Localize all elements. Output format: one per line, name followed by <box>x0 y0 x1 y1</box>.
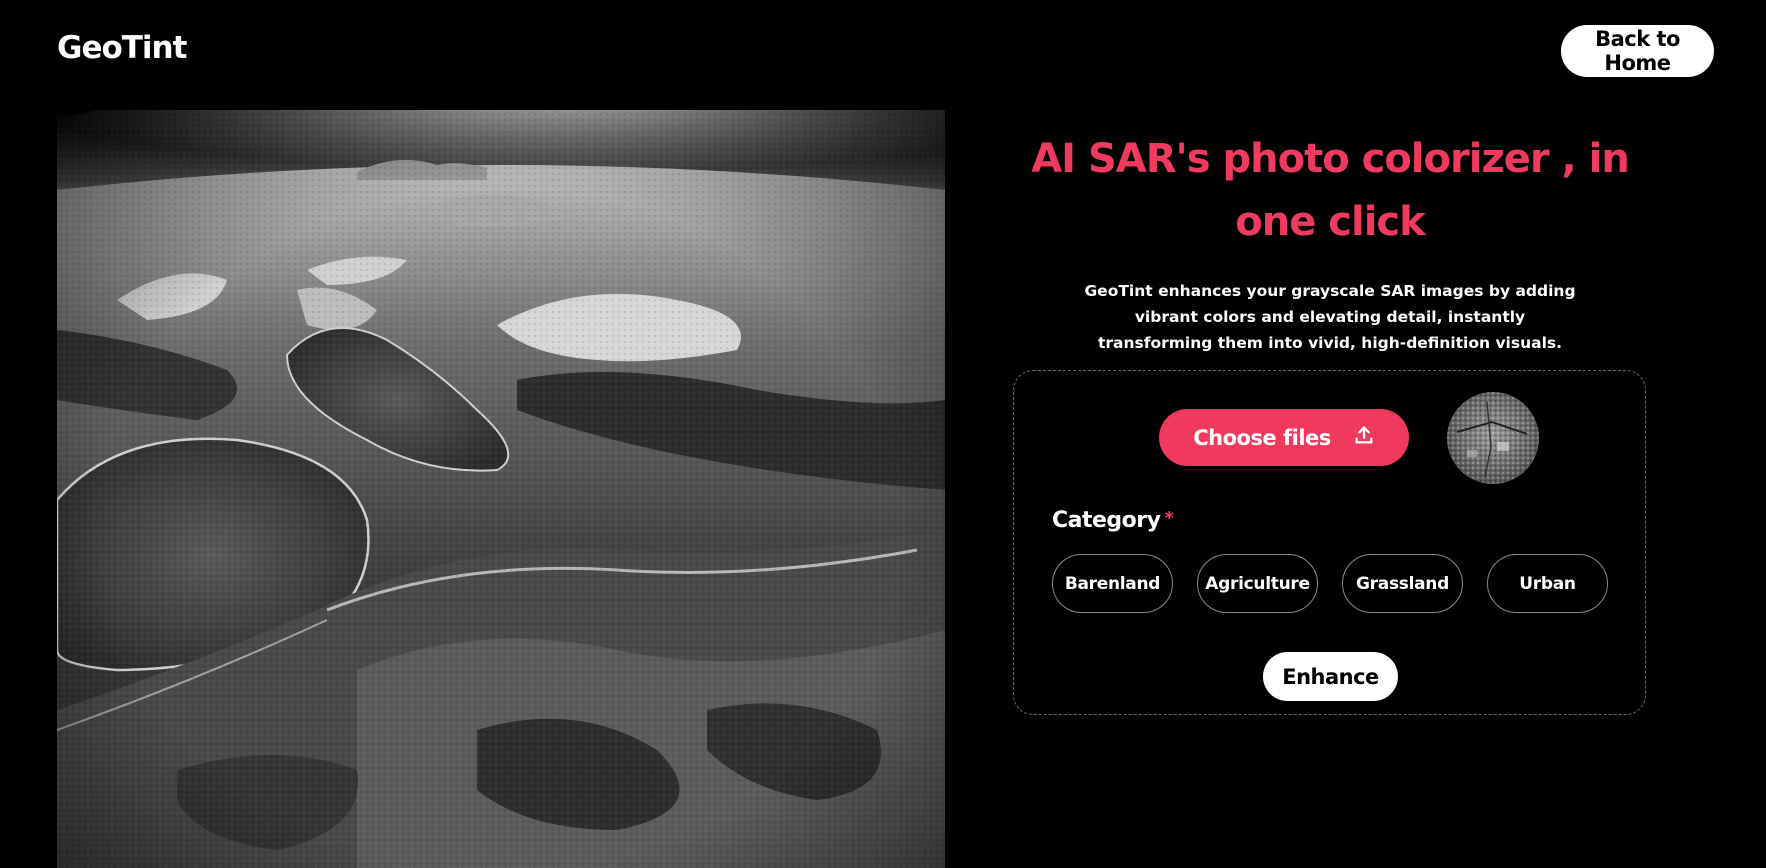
upload-icon <box>1353 424 1375 451</box>
category-option-barenland[interactable]: Barenland <box>1052 554 1173 613</box>
category-option-urban[interactable]: Urban <box>1487 554 1608 613</box>
enhance-button[interactable]: Enhance <box>1263 652 1398 701</box>
logo[interactable]: GeoTint <box>57 30 187 66</box>
category-options: Barenland Agriculture Grassland Urban <box>1052 554 1608 613</box>
choose-files-button[interactable]: Choose files <box>1159 409 1409 466</box>
category-label: Category * <box>1052 508 1174 533</box>
required-marker: * <box>1164 508 1174 529</box>
hero-sar-image <box>57 110 945 868</box>
page-description: GeoTint enhances your grayscale SAR imag… <box>1084 282 1576 352</box>
back-to-home-button[interactable]: Back to Home <box>1561 25 1714 77</box>
category-option-grassland[interactable]: Grassland <box>1342 554 1463 613</box>
uploaded-image-thumbnail <box>1447 392 1539 484</box>
choose-files-label: Choose files <box>1193 425 1331 450</box>
hero-text-block: AI SAR's photo colorizer , in one click … <box>1015 128 1645 356</box>
category-label-text: Category <box>1052 508 1161 533</box>
page: GeoTint Back to Home AI SAR's photo colo… <box>0 0 1766 868</box>
upload-panel: Choose files Category * Barenland Agricu… <box>1013 370 1646 715</box>
page-headline: AI SAR's photo colorizer , in one click <box>1031 136 1630 245</box>
category-option-agriculture[interactable]: Agriculture <box>1197 554 1318 613</box>
